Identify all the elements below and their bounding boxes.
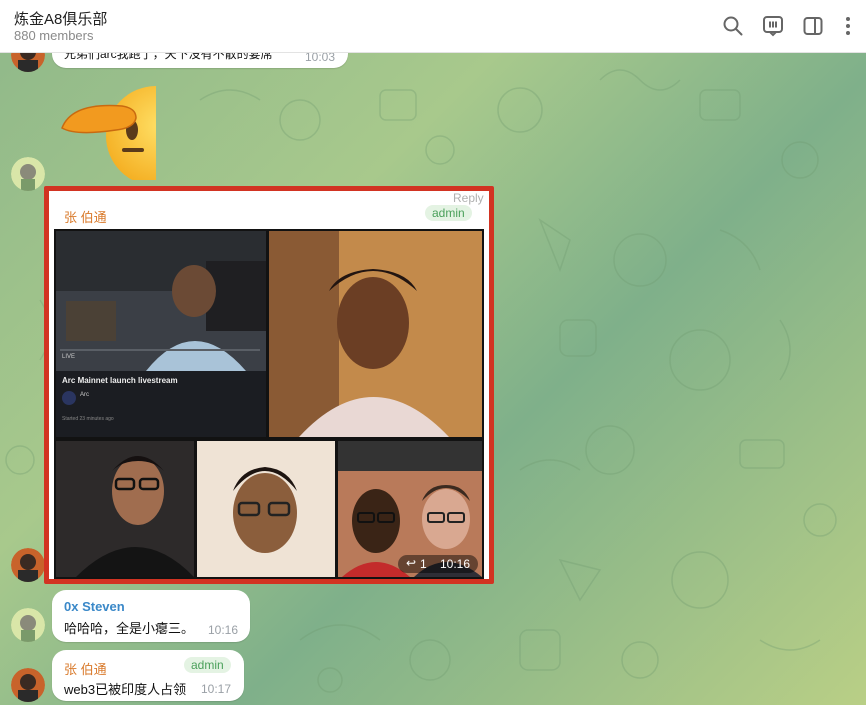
- chat-header: 炼金A8俱乐部 880 members: [0, 0, 866, 53]
- sender-name[interactable]: 张 伯通: [64, 207, 107, 226]
- channel-avatar: [62, 391, 76, 405]
- sender-name[interactable]: 0x Steven: [64, 599, 125, 614]
- avatar[interactable]: [11, 157, 45, 191]
- member-count: 880 members: [14, 28, 94, 43]
- live-label: LIVE: [62, 354, 76, 360]
- more-icon[interactable]: [836, 14, 860, 38]
- message-bubble[interactable]: 张 伯通 admin web3已被印度人占领 10:17: [52, 650, 244, 701]
- avatar[interactable]: [11, 668, 45, 702]
- photo-livestream[interactable]: LIVE Arc Mainnet launch livestream Arc S…: [56, 231, 266, 437]
- photo-glasses-man-2[interactable]: [197, 441, 335, 577]
- livestream-caption: Arc Mainnet launch livestream: [62, 376, 178, 385]
- search-icon[interactable]: [721, 14, 745, 38]
- message-bubble[interactable]: 0x Steven 哈哈哈，全是小瘪三。 10:16: [52, 590, 250, 642]
- avatar[interactable]: [11, 548, 45, 582]
- forward-count: 1: [420, 557, 427, 571]
- message-time: 10:17: [201, 682, 232, 696]
- sidebar-toggle-icon[interactable]: [801, 14, 825, 38]
- channel-name: Arc: [80, 392, 89, 398]
- message-time: 10:16: [208, 623, 239, 637]
- admin-badge: admin: [184, 657, 231, 673]
- chat-title[interactable]: 炼金A8俱乐部: [14, 8, 107, 29]
- forward-icon: ↩: [406, 556, 417, 570]
- reply-hint[interactable]: Reply: [453, 191, 484, 205]
- message-text: 哈哈哈，全是小瘪三。: [64, 621, 195, 636]
- started-ago: Started 23 minutes ago: [62, 416, 114, 422]
- photo-portrait[interactable]: [269, 231, 482, 437]
- avatar[interactable]: [11, 608, 45, 642]
- photo-collage[interactable]: LIVE Arc Mainnet launch livestream Arc S…: [54, 229, 484, 579]
- media-message[interactable]: Reply 张 伯通 admin LIVE Arc Mainnet launch…: [44, 186, 494, 584]
- admin-badge: admin: [425, 205, 472, 221]
- media-time: 10:16: [440, 557, 471, 571]
- media-overlay: ↩ 1 10:16: [398, 555, 478, 573]
- live-poll-icon[interactable]: [761, 14, 785, 38]
- message-text: web3已被印度人占领: [64, 682, 187, 697]
- sender-name[interactable]: 张 伯通: [64, 659, 107, 678]
- photo-glasses-man[interactable]: [56, 441, 194, 577]
- saluting-face-emoji[interactable]: [58, 86, 156, 180]
